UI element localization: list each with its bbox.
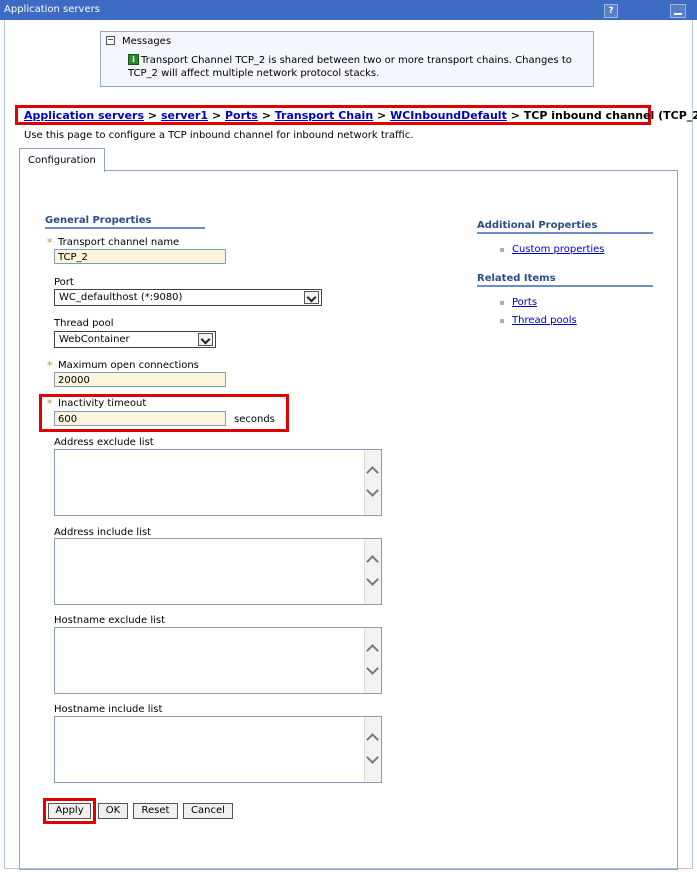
address-include-textarea[interactable] bbox=[54, 538, 382, 605]
custom-properties-link[interactable]: Custom properties bbox=[512, 244, 605, 255]
breadcrumb-current: TCP inbound channel (TCP_2) bbox=[523, 109, 697, 122]
port-select[interactable]: WC_defaulthost (*:9080) bbox=[54, 289, 322, 306]
chevron-down-icon[interactable] bbox=[198, 333, 213, 346]
breadcrumb-server1[interactable]: server1 bbox=[161, 109, 208, 122]
hostname-exclude-label: Hostname exclude list bbox=[54, 615, 166, 626]
bullet-icon bbox=[500, 301, 504, 305]
section-divider bbox=[477, 285, 653, 287]
breadcrumb-separator: > bbox=[261, 109, 271, 122]
scroll-down-icon[interactable] bbox=[366, 751, 379, 764]
general-properties-heading: General Properties bbox=[45, 215, 152, 226]
hostname-include-label: Hostname include list bbox=[54, 704, 163, 715]
inactivity-timeout-label: Inactivity timeout bbox=[58, 398, 147, 409]
required-icon: * bbox=[47, 359, 53, 372]
chevron-down-icon[interactable] bbox=[304, 291, 319, 304]
required-icon: * bbox=[47, 236, 53, 249]
address-exclude-textarea[interactable] bbox=[54, 449, 382, 516]
required-icon: * bbox=[47, 397, 53, 410]
messages-title: Messages bbox=[122, 36, 172, 47]
port-label: Port bbox=[54, 277, 74, 288]
thread-pool-value: WebContainer bbox=[59, 334, 130, 345]
message-text: Transport Channel TCP_2 is shared betwee… bbox=[128, 55, 572, 79]
cancel-button[interactable]: Cancel bbox=[183, 803, 233, 819]
hostname-include-textarea[interactable] bbox=[54, 716, 382, 783]
hostname-exclude-textarea[interactable] bbox=[54, 627, 382, 694]
ok-button[interactable]: OK bbox=[98, 803, 128, 819]
scrollbar[interactable] bbox=[364, 628, 381, 693]
scroll-up-icon[interactable] bbox=[366, 644, 379, 657]
breadcrumb-separator: > bbox=[510, 109, 520, 122]
breadcrumb-separator: > bbox=[147, 109, 158, 122]
port-value: WC_defaulthost (*:9080) bbox=[59, 292, 183, 303]
inactivity-timeout-field[interactable]: 600 bbox=[54, 411, 226, 426]
thread-pool-select[interactable]: WebContainer bbox=[54, 331, 216, 348]
scrollbar[interactable] bbox=[364, 717, 381, 782]
section-divider bbox=[477, 232, 653, 234]
scroll-up-icon[interactable] bbox=[366, 466, 379, 479]
breadcrumb-transport-chain[interactable]: Transport Chain bbox=[275, 109, 373, 122]
title-bar: Application servers ? bbox=[0, 0, 697, 20]
reset-button[interactable]: Reset bbox=[133, 803, 178, 819]
max-open-connections-label: Maximum open connections bbox=[58, 360, 199, 371]
help-icon[interactable]: ? bbox=[604, 4, 618, 18]
breadcrumb-separator: > bbox=[377, 109, 387, 122]
scrollbar[interactable] bbox=[364, 450, 381, 515]
related-items-heading: Related Items bbox=[477, 273, 556, 284]
additional-properties-heading: Additional Properties bbox=[477, 220, 598, 231]
minimize-icon[interactable] bbox=[670, 4, 686, 18]
collapse-icon[interactable]: − bbox=[106, 36, 115, 45]
scrollbar[interactable] bbox=[364, 539, 381, 604]
breadcrumb: Application servers > server1 > Ports > … bbox=[24, 109, 697, 122]
bullet-icon bbox=[500, 319, 504, 323]
transport-channel-name-field[interactable]: TCP_2 bbox=[54, 249, 226, 264]
window-title: Application servers bbox=[4, 4, 100, 15]
scroll-up-icon[interactable] bbox=[366, 555, 379, 568]
seconds-unit: seconds bbox=[234, 414, 275, 425]
tab-configuration[interactable]: Configuration bbox=[19, 148, 105, 172]
tab-label: Configuration bbox=[28, 155, 96, 166]
scroll-down-icon[interactable] bbox=[366, 573, 379, 586]
address-exclude-label: Address exclude list bbox=[54, 437, 154, 448]
scroll-up-icon[interactable] bbox=[366, 733, 379, 746]
bullet-icon bbox=[500, 248, 504, 252]
transport-channel-name-label: Transport channel name bbox=[58, 237, 180, 248]
thread-pools-link[interactable]: Thread pools bbox=[512, 315, 577, 326]
breadcrumb-separator: > bbox=[211, 109, 222, 122]
address-include-label: Address include list bbox=[54, 527, 152, 538]
max-open-connections-field[interactable]: 20000 bbox=[54, 372, 226, 387]
ports-link[interactable]: Ports bbox=[512, 297, 537, 308]
breadcrumb-wcinbounddefault[interactable]: WCInboundDefault bbox=[390, 109, 507, 122]
scroll-down-icon[interactable] bbox=[366, 484, 379, 497]
apply-button[interactable]: Apply bbox=[48, 803, 91, 819]
breadcrumb-application-servers[interactable]: Application servers bbox=[24, 109, 144, 122]
thread-pool-label: Thread pool bbox=[54, 318, 114, 329]
messages-panel: − Messages i Transport Channel TCP_2 is … bbox=[100, 31, 594, 87]
section-divider bbox=[45, 227, 205, 229]
breadcrumb-ports[interactable]: Ports bbox=[225, 109, 258, 122]
scroll-down-icon[interactable] bbox=[366, 662, 379, 675]
page-description: Use this page to configure a TCP inbound… bbox=[24, 130, 414, 141]
